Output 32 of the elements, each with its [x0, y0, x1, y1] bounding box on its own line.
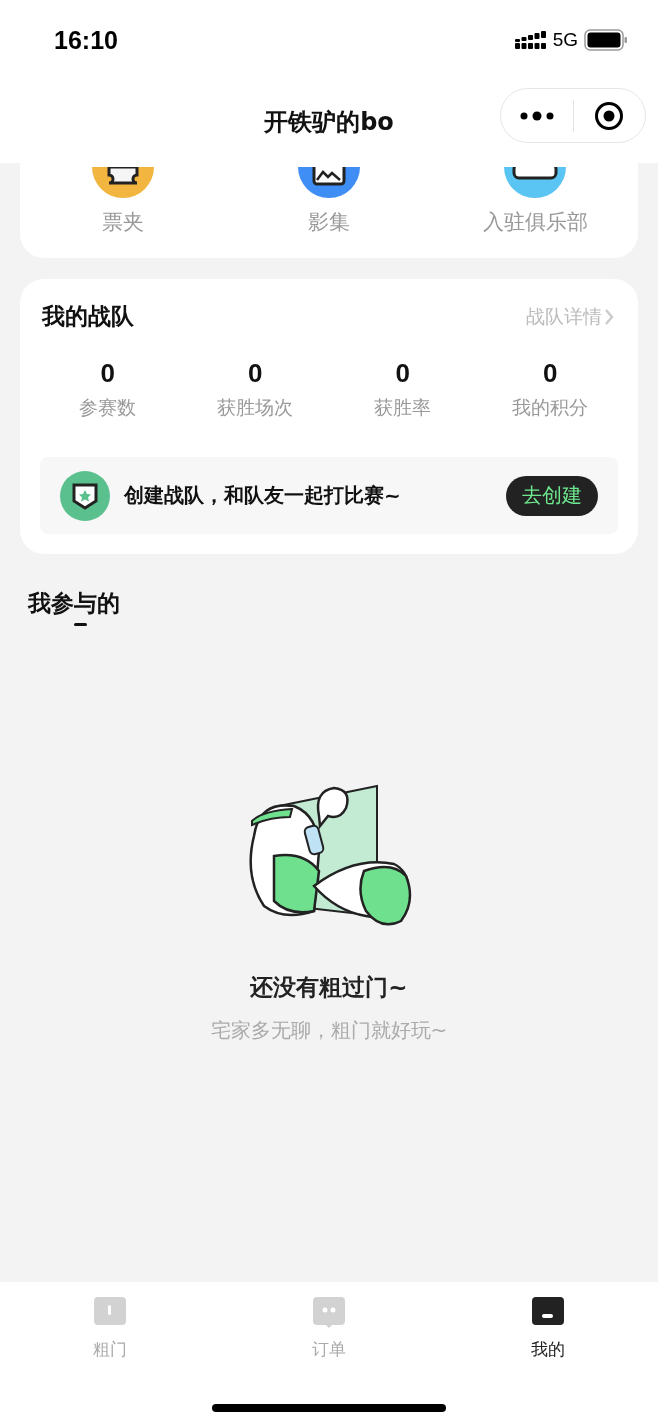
- more-icon: [519, 110, 554, 121]
- battery-icon: [584, 29, 628, 51]
- signal-icon: [514, 30, 547, 50]
- tab-item[interactable]: 我的: [438, 1282, 658, 1382]
- team-title: 我的战队: [42, 302, 134, 331]
- stat-label: 获胜率: [374, 395, 432, 420]
- section-title: 我参与的: [28, 589, 121, 618]
- create-button[interactable]: 去创建: [506, 475, 598, 516]
- shortcut-item[interactable]: 票夹: [20, 163, 226, 258]
- target-icon: [594, 100, 625, 131]
- page-title: 开铁驴的bo: [264, 106, 394, 138]
- empty-title: 还没有粗过门~: [250, 973, 408, 1002]
- shortcut-item[interactable]: 入驻俱乐部: [432, 163, 638, 258]
- chat-bubble-icon: [312, 1296, 346, 1328]
- tab-item[interactable]: 粗门: [0, 1282, 220, 1382]
- stat-label: 我的积分: [512, 395, 589, 420]
- shortcut-item[interactable]: 影集: [226, 163, 432, 258]
- status-time: 16:10: [54, 25, 118, 55]
- stat-label: 获胜场次: [217, 395, 294, 420]
- stat-label: 参赛数: [79, 395, 137, 420]
- chevron-icon: [604, 307, 614, 326]
- empty-subtitle: 宅家多无聊，粗门就好玩~: [210, 1017, 448, 1044]
- stat-value: 0: [543, 358, 558, 389]
- network-label: 5G: [552, 29, 578, 51]
- stat-value: 0: [100, 358, 115, 389]
- team-detail-link[interactable]: 战队详情: [526, 303, 614, 330]
- home-icon: [92, 1296, 127, 1328]
- tab-item[interactable]: 订单: [219, 1282, 439, 1382]
- profile-icon: [531, 1296, 566, 1328]
- stat-value: 0: [248, 358, 263, 389]
- stat-value: 0: [395, 358, 410, 389]
- banner-text: 创建战队，和队友一起打比赛~: [124, 482, 402, 509]
